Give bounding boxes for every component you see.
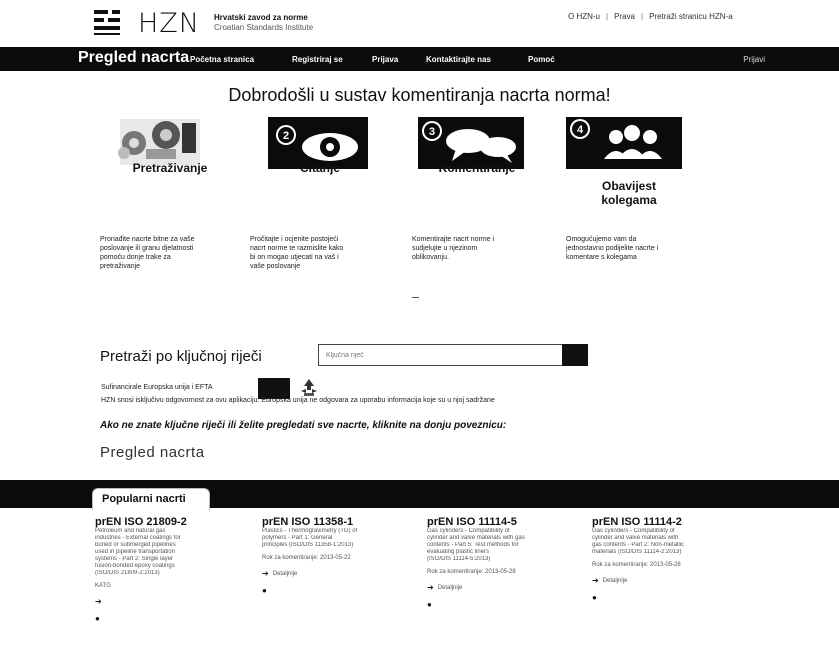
draft-title-link[interactable]: prEN ISO 21809-2 xyxy=(95,516,245,528)
divider xyxy=(412,297,419,298)
step-desc-search: Pronađite nacrte bitne za vaše poslovanj… xyxy=(100,236,195,270)
nav-item-contact[interactable]: Kontaktirajte nas xyxy=(426,55,491,64)
step-share: 4 Obavijest kolegama Omogućujemo vam da … xyxy=(566,113,706,261)
top-link-rights[interactable]: Prava xyxy=(614,12,635,21)
nav-brand[interactable]: Pregled nacrta xyxy=(78,49,189,67)
efta-logo-icon xyxy=(298,377,320,399)
arrow-right-icon: ➔ xyxy=(592,576,599,585)
draft-comment-link[interactable]: ● xyxy=(592,593,742,602)
draft-title-link[interactable]: prEN ISO 11358-1 xyxy=(262,516,412,528)
draft-title-link[interactable]: prEN ISO 11114-5 xyxy=(427,516,577,528)
search-label: Pretraži po ključnoj riječi xyxy=(100,348,262,365)
search-input[interactable] xyxy=(320,346,560,364)
browse-notice: Ako ne znate ključne riječi ili želite p… xyxy=(100,420,507,431)
draft-overview-link[interactable]: Pregled nacrta xyxy=(100,444,205,461)
draft-card: prEN ISO 11114-2 Gas cylinders - Compati… xyxy=(592,516,742,602)
draft-meta: Rok za komentiranje: 2013-05-22 xyxy=(262,555,351,561)
eu-flag-icon xyxy=(258,378,290,399)
draft-card: prEN ISO 11358-1 Plastics - Thermogravim… xyxy=(262,516,412,595)
step-title-read: Čitanje xyxy=(299,161,340,175)
top-links: O HZN-u | Prava | Pretraži stranicu HZN-… xyxy=(568,12,733,21)
step-title-share: Obavijest kolegama xyxy=(601,179,657,207)
step-desc-read: Pročitajte i ocjenite postojeći nacrt no… xyxy=(250,236,344,270)
logo-text: HZN xyxy=(138,7,200,39)
search-button[interactable] xyxy=(562,344,588,366)
top-link-search-site[interactable]: Pretraži stranicu HZN-a xyxy=(649,12,733,21)
step-comment: 3 Komentiranje Komentirajte nacrt norme … xyxy=(412,113,552,261)
nav-item-register[interactable]: Registriraj se xyxy=(292,55,343,64)
cofund-text: Sufinancirale Europska unija i EFTA xyxy=(101,384,213,391)
arrow-right-icon: ➔ xyxy=(262,569,269,578)
draft-detail-link[interactable]: ➔ xyxy=(95,597,245,606)
top-bar: HZN Hrvatski zavod za norme Croatian Sta… xyxy=(0,0,839,44)
step-title-comment: Komentiranje xyxy=(438,161,516,175)
arrow-right-icon: ➔ xyxy=(95,597,102,606)
nav-item-home[interactable]: Početna stranica xyxy=(190,55,254,64)
draft-title-link[interactable]: prEN ISO 11114-2 xyxy=(592,516,742,528)
org-name-block: Hrvatski zavod za norme Croatian Standar… xyxy=(214,13,313,33)
people-icon: 4 xyxy=(566,113,682,173)
arrow-right-icon: ➔ xyxy=(427,583,434,592)
draft-meta: Rok za komentiranje: 2013-05-28 xyxy=(592,562,681,568)
draft-card: prEN ISO 11114-5 Gas cylinders - Compati… xyxy=(427,516,577,609)
draft-detail-link[interactable]: ➔ Detaljnije xyxy=(592,576,742,585)
draft-meta: Rok za komentiranje: 2013-05-28 xyxy=(427,569,516,575)
svg-text:3: 3 xyxy=(429,126,435,138)
main-nav: Pregled nacrta Početna stranica Registri… xyxy=(0,47,839,71)
welcome-heading: Dobrodošli u sustav komentiranja nacrta … xyxy=(228,85,611,105)
hzn-logo[interactable]: HZN Hrvatski zavod za norme Croatian Sta… xyxy=(94,7,313,39)
bullet-icon: ● xyxy=(592,593,597,602)
draft-card: prEN ISO 21809-2 Petroleum and natural g… xyxy=(95,516,245,623)
step-read: 2 Čitanje Pročitajte i ocjenite postojeć… xyxy=(250,113,390,270)
draft-comment-link[interactable]: ● xyxy=(95,614,245,623)
top-link-about[interactable]: O HZN-u xyxy=(568,12,600,21)
draft-meta: KATG xyxy=(95,583,111,589)
bullet-icon: ● xyxy=(262,586,267,595)
svg-text:2: 2 xyxy=(283,130,289,142)
step-desc-comment: Komentirajte nacrt norme i sudjelujte u … xyxy=(412,236,495,261)
nav-login-link[interactable]: Prijavi xyxy=(743,55,765,64)
nav-item-login[interactable]: Prijava xyxy=(372,55,398,64)
draft-comment-link[interactable]: ● xyxy=(262,586,412,595)
draft-detail-link[interactable]: ➔ Detaljnije xyxy=(262,569,412,578)
bullet-icon: ● xyxy=(427,600,432,609)
svg-text:4: 4 xyxy=(577,124,584,136)
bullet-icon: ● xyxy=(95,614,100,623)
step-desc-share: Omogućujemo vam da jednostavno podijelit… xyxy=(566,236,659,261)
org-name: Hrvatski zavod za norme xyxy=(214,13,308,22)
disclaimer-text: HZN snosi isključivu odgovornost za ovu … xyxy=(101,397,495,404)
tab-popular-drafts[interactable]: Popularni nacrti xyxy=(92,488,210,510)
org-sub: Croatian Standards Institute xyxy=(214,23,314,32)
draft-comment-link[interactable]: ● xyxy=(427,600,577,609)
hzn-logo-mark-icon xyxy=(94,10,126,36)
step-title-search: Pretraživanje xyxy=(132,161,208,175)
step-search: Pretraživanje Pronađite nacrte bitne za … xyxy=(100,113,240,270)
nav-item-help[interactable]: Pomoć xyxy=(528,55,555,64)
draft-detail-link[interactable]: ➔ Detaljnije xyxy=(427,583,577,592)
